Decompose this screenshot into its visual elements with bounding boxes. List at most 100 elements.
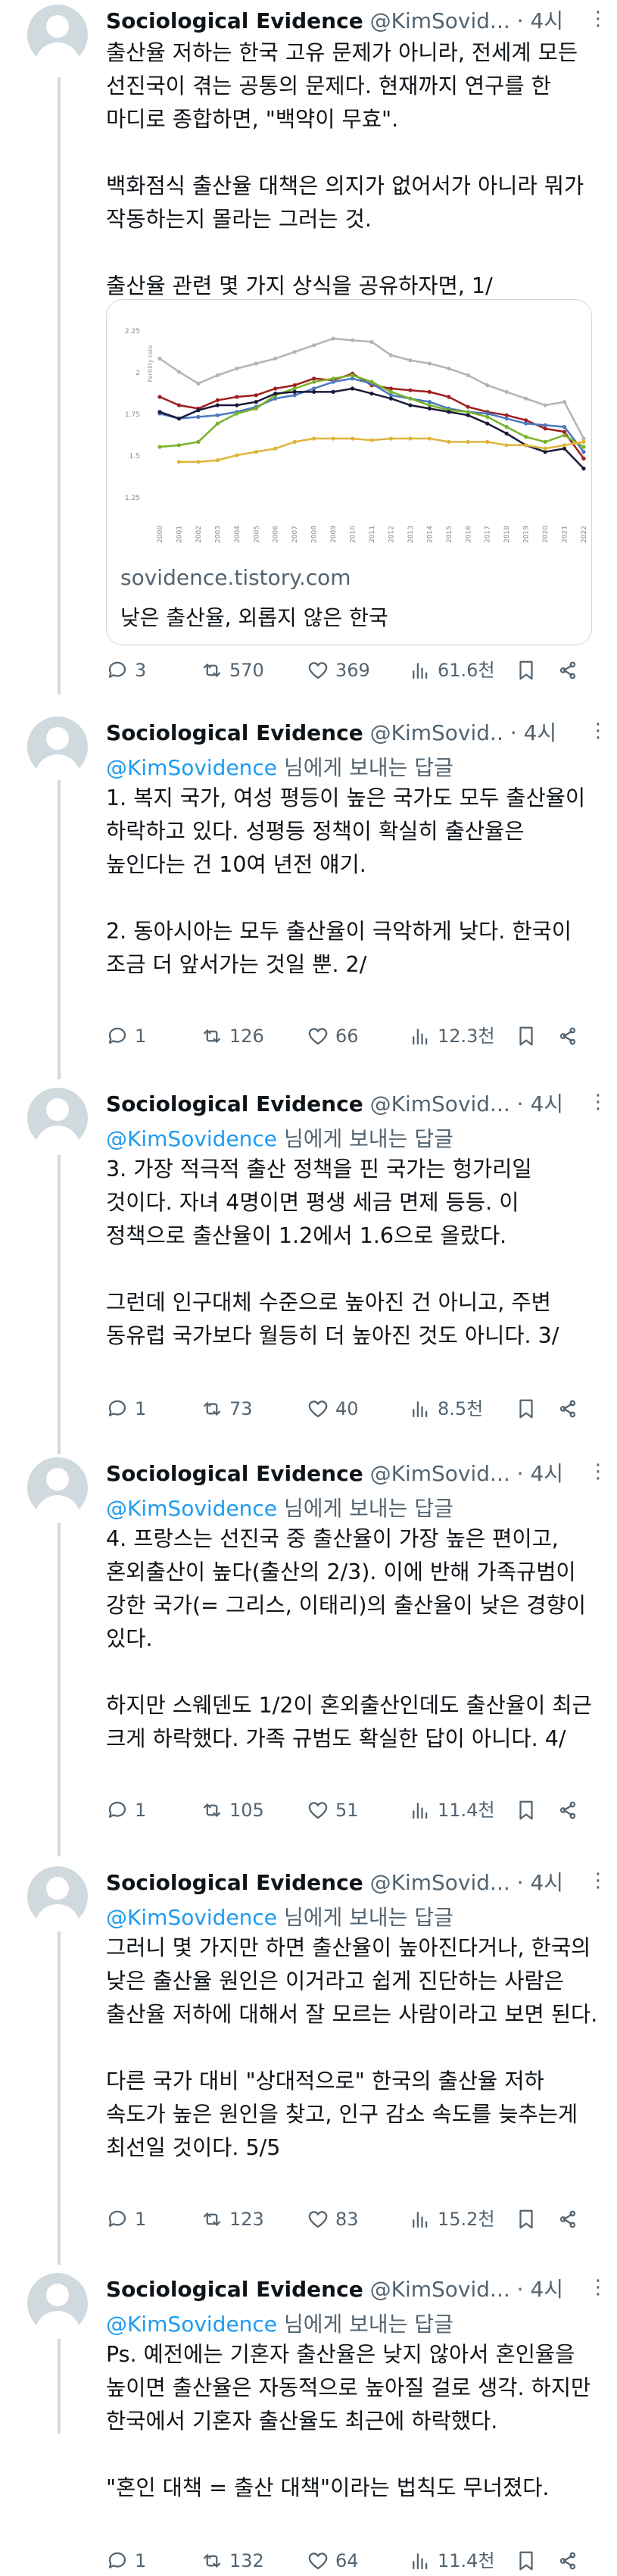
data-point <box>369 379 374 384</box>
retweet-button[interactable]: 126 <box>201 1021 264 1051</box>
author-handle[interactable]: @KimSovid... <box>370 1870 510 1895</box>
retweet-button[interactable]: 105 <box>201 1795 264 1825</box>
bookmark-button[interactable] <box>515 2204 538 2234</box>
share-button[interactable] <box>556 655 579 685</box>
author-name[interactable]: Sociological Evidence <box>106 2277 363 2302</box>
mention-link[interactable]: @KimSovidence <box>106 1905 277 1930</box>
more-icon[interactable]: ⋮ <box>588 1869 608 1892</box>
data-point <box>581 456 586 461</box>
avatar[interactable] <box>27 1866 88 1927</box>
timestamp[interactable]: 4시 <box>530 2277 563 2302</box>
author-handle[interactable]: @KimSovid.. <box>370 720 503 745</box>
retweet-button[interactable]: 123 <box>201 2204 264 2234</box>
views-button[interactable]: 8.5천 <box>409 1394 483 1424</box>
tweet[interactable]: Sociological Evidence @KimSovid... · 4시 … <box>0 1453 617 1847</box>
mention-link[interactable]: @KimSovidence <box>106 2312 277 2337</box>
retweet-button[interactable]: 570 <box>201 655 264 685</box>
like-button[interactable]: 40 <box>307 1394 359 1424</box>
retweet-button[interactable]: 132 <box>201 2546 264 2576</box>
share-button[interactable] <box>556 1021 579 1051</box>
mention-link[interactable]: @KimSovidence <box>106 755 277 780</box>
data-point <box>350 373 355 377</box>
reply-to: @KimSovidence 님에게 보내는 답글 <box>106 1492 453 1522</box>
reply-button[interactable]: 3 <box>106 655 146 685</box>
bookmark-button[interactable] <box>515 2546 538 2576</box>
more-icon[interactable]: ⋮ <box>588 720 608 742</box>
series-line-5 <box>179 437 584 464</box>
mention-link[interactable]: @KimSovidence <box>106 1496 277 1521</box>
timestamp[interactable]: 4시 <box>530 1870 563 1895</box>
more-icon[interactable]: ⋮ <box>588 2276 608 2299</box>
tweet[interactable]: Sociological Evidence @KimSovid... · 4시 … <box>0 0 617 695</box>
data-point <box>157 445 162 449</box>
data-point <box>235 453 239 457</box>
tweet[interactable]: Sociological Evidence @KimSovid... · 4시 … <box>0 1862 617 2256</box>
timestamp[interactable]: 4시 <box>524 720 557 745</box>
views-button[interactable]: 61.6천 <box>409 655 495 685</box>
author-handle[interactable]: @KimSovid... <box>370 1091 510 1116</box>
data-point <box>447 439 451 444</box>
avatar[interactable] <box>27 1457 88 1518</box>
reply-button[interactable]: 1 <box>106 2546 146 2576</box>
bookmark-button[interactable] <box>515 1021 538 1051</box>
retweet-count: 105 <box>229 1800 264 1821</box>
like-button[interactable]: 64 <box>307 2546 359 2576</box>
data-point <box>504 431 509 436</box>
data-point <box>273 386 278 391</box>
series-line-0 <box>159 337 585 439</box>
author-handle[interactable]: @KimSovid... <box>370 8 510 33</box>
author-name[interactable]: Sociological Evidence <box>106 1091 363 1116</box>
reply-suffix: 님에게 보내는 답글 <box>277 1126 453 1151</box>
bookmark-button[interactable] <box>515 655 538 685</box>
share-button[interactable] <box>556 1394 579 1424</box>
timestamp[interactable]: 4시 <box>530 8 563 33</box>
reply-button[interactable]: 1 <box>106 2204 146 2234</box>
avatar[interactable] <box>27 2273 88 2334</box>
like-button[interactable]: 83 <box>307 2204 359 2234</box>
more-icon[interactable]: ⋮ <box>588 1460 608 1483</box>
tweet[interactable]: Sociological Evidence @KimSovid... · 4시 … <box>0 1083 617 1439</box>
avatar[interactable] <box>27 1088 88 1148</box>
like-button[interactable]: 369 <box>307 655 370 685</box>
author-name[interactable]: Sociological Evidence <box>106 8 363 33</box>
author-handle[interactable]: @KimSovid... <box>370 1461 510 1486</box>
author-handle[interactable]: @KimSovid... <box>370 2277 510 2302</box>
data-point <box>176 370 182 374</box>
views-button[interactable]: 12.3천 <box>409 1021 495 1051</box>
tweet[interactable]: Sociological Evidence @KimSovid... · 4시 … <box>0 2268 617 2571</box>
retweet-button[interactable]: 73 <box>201 1394 253 1424</box>
data-point <box>388 436 394 441</box>
reply-button[interactable]: 1 <box>106 1795 146 1825</box>
views-button[interactable]: 11.4천 <box>409 1795 495 1825</box>
timestamp[interactable]: 4시 <box>530 1091 563 1116</box>
bookmark-button[interactable] <box>515 1394 538 1424</box>
tweet[interactable]: Sociological Evidence @KimSovid.. · 4시 ⋮… <box>0 712 617 1068</box>
more-icon[interactable]: ⋮ <box>588 1091 608 1113</box>
more-icon[interactable]: ⋮ <box>588 8 608 30</box>
author-name[interactable]: Sociological Evidence <box>106 1461 363 1486</box>
link-card[interactable]: 2.25 2 1.75 1.5 1.25 Fertility rate 2000 2001 20… <box>106 299 592 645</box>
share-button[interactable] <box>556 2204 579 2234</box>
mention-link[interactable]: @KimSovidence <box>106 1126 277 1151</box>
share-button[interactable] <box>556 1795 579 1825</box>
bookmark-icon <box>519 2209 533 2229</box>
avatar[interactable] <box>27 717 88 777</box>
data-point <box>331 436 335 441</box>
author-name[interactable]: Sociological Evidence <box>106 720 363 745</box>
avatar[interactable] <box>27 5 88 65</box>
views-count: 15.2천 <box>438 2209 495 2230</box>
x-tick-label: 2015 <box>446 526 453 543</box>
views-button[interactable]: 11.4천 <box>409 2546 495 2576</box>
views-button[interactable]: 15.2천 <box>409 2204 495 2234</box>
timestamp[interactable]: 4시 <box>530 1461 563 1486</box>
card-title: 낮은 출산율, 외롭지 않은 한국 <box>120 605 388 630</box>
reply-button[interactable]: 1 <box>106 1394 146 1424</box>
like-button[interactable]: 66 <box>307 1021 359 1051</box>
author-name[interactable]: Sociological Evidence <box>106 1870 363 1895</box>
like-button[interactable]: 51 <box>307 1795 359 1825</box>
reply-button[interactable]: 1 <box>106 1021 146 1051</box>
retweet-icon <box>203 1402 221 1416</box>
bookmark-button[interactable] <box>515 1795 538 1825</box>
x-tick-label: 2006 <box>273 526 280 543</box>
share-button[interactable] <box>556 2546 579 2576</box>
